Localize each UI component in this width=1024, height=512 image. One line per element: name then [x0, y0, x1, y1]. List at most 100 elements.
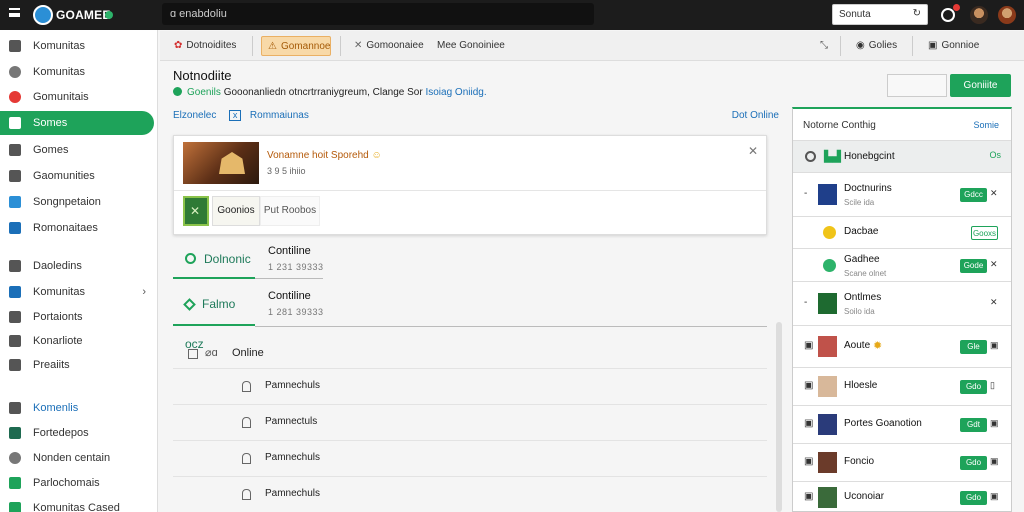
row-action-icon[interactable]: ▣: [990, 340, 999, 351]
row-action-icon[interactable]: ✕: [990, 297, 998, 308]
list-item[interactable]: Pamnechuls: [173, 368, 767, 404]
friend-avatar[interactable]: [818, 414, 837, 435]
friend-avatar[interactable]: [818, 452, 837, 473]
game-thumbnail[interactable]: [183, 142, 259, 184]
tab-dotnoidites[interactable]: ✿ Dotnoidites: [168, 36, 236, 56]
row-action-icon[interactable]: ▯: [990, 380, 995, 391]
list-item[interactable]: Pamnechuls: [173, 440, 767, 476]
sidebar-item[interactable]: Komenlis: [0, 396, 154, 420]
sidebar-item[interactable]: Komunitas Cased: [0, 496, 154, 512]
section-tab[interactable]: Dolnonic: [173, 239, 255, 279]
sidebar-item[interactable]: Portaionts: [0, 305, 154, 329]
friend-row[interactable]: Dacbae Gooxs: [793, 217, 1011, 249]
panel-header-link[interactable]: Somie: [973, 120, 999, 130]
filter-chip[interactable]: Rommaiunas: [250, 110, 309, 121]
card-secondary-button[interactable]: Put Roobos: [260, 196, 320, 226]
join-button[interactable]: Gdt: [960, 418, 987, 432]
list-item[interactable]: Pamnectuls: [173, 404, 767, 440]
refresh-icon[interactable]: ↻: [913, 8, 921, 19]
sidebar-item[interactable]: Komunitas: [0, 60, 154, 84]
sidebar-item[interactable]: Daoledins: [0, 254, 154, 278]
join-button[interactable]: Gdcc: [960, 188, 987, 202]
sidebar-item[interactable]: Fortedepos: [0, 421, 154, 445]
sidebar-item[interactable]: Nonden centain: [0, 446, 154, 470]
friend-status: Scile ida: [844, 198, 875, 207]
tab-gomoonaiee[interactable]: ✕ Gomoonaiee: [348, 36, 424, 56]
tab-gonnioe[interactable]: ▣ Gonnioe: [922, 36, 979, 56]
sidebar-item[interactable]: Konarliote: [0, 329, 154, 353]
sidebar-item[interactable]: Gomes: [0, 138, 154, 162]
row-action-icon[interactable]: ✕: [990, 188, 998, 199]
scrollbar[interactable]: [776, 322, 782, 512]
join-button[interactable]: Gdo: [960, 456, 987, 470]
friend-row[interactable]: ▣ Foncio Gdo ▣: [793, 444, 1011, 482]
friend-avatar[interactable]: [818, 487, 837, 508]
primary-button[interactable]: Goniiite: [950, 74, 1011, 97]
join-button[interactable]: Gdo: [960, 491, 987, 505]
friend-row[interactable]: ▣ Portes Goanotion Gdt ▣: [793, 406, 1011, 444]
chevron-right-icon[interactable]: ›: [142, 280, 146, 304]
expand-icon[interactable]: ⤡: [814, 36, 828, 56]
filter-close-icon[interactable]: x: [229, 110, 242, 121]
friend-avatar[interactable]: [818, 336, 837, 357]
secondary-button[interactable]: [887, 74, 947, 97]
globe-icon: [9, 66, 21, 78]
card-action-button[interactable]: Goonios: [212, 196, 260, 226]
friend-avatar[interactable]: [823, 258, 836, 272]
sidebar-item[interactable]: Komunitas: [0, 34, 154, 58]
top-search-input[interactable]: ɑ enabdoliu: [162, 3, 594, 25]
row-action-icon[interactable]: ▣: [990, 491, 999, 502]
row-action-icon[interactable]: ✕: [990, 259, 998, 270]
friend-row[interactable]: ▣ Hloesle Gdo ▯: [793, 368, 1011, 406]
row-action-icon[interactable]: ▣: [990, 456, 999, 467]
avatar[interactable]: [970, 6, 988, 24]
tab-golies[interactable]: ◉ Golies: [850, 36, 897, 56]
friend-row[interactable]: Gadhee Scane olnet Gode ✕: [793, 249, 1011, 282]
game-card[interactable]: Vonamne hoit Sporehd ☺ 3 9 5 ihiio ✕ ✕ G…: [173, 135, 767, 235]
filter-label[interactable]: Elzonelec: [173, 110, 216, 121]
tab-divider: [912, 36, 913, 56]
profile-avatar[interactable]: [998, 6, 1016, 24]
friend-name: Portes Goanotion: [844, 418, 922, 429]
sidebar-item[interactable]: Romonaitaes: [0, 216, 154, 240]
friend-row[interactable]: - Doctnurins Scile ida Gdcc ✕: [793, 173, 1011, 217]
section-tab[interactable]: Falmo ocz: [173, 284, 255, 351]
sidebar-item-label: Komunitas: [33, 286, 85, 298]
search-box[interactable]: Sonuta ↻: [832, 4, 928, 25]
friend-row[interactable]: - Ontlmes Soilo ida ✕: [793, 282, 1011, 326]
row-action-icon[interactable]: ▣: [990, 418, 999, 429]
hamburger-menu-icon[interactable]: [9, 8, 20, 17]
status-label: Goenils: [187, 87, 221, 98]
panel-sub-right[interactable]: Os: [989, 150, 1001, 160]
sidebar: Komunitas Komunitas Gomunitais Somes Gomes Ga…: [0, 30, 158, 512]
tag-icon: [9, 502, 21, 512]
friend-avatar[interactable]: [818, 184, 837, 205]
friend-avatar[interactable]: [823, 226, 836, 239]
close-icon[interactable]: ✕: [748, 144, 758, 158]
friend-row[interactable]: ▣ Aoute ✹ Gle ▣: [793, 326, 1011, 368]
sidebar-item[interactable]: Gomunitais: [0, 85, 154, 109]
sidebar-item[interactable]: Songnpetaion: [0, 190, 154, 214]
game-icon-thumbnail[interactable]: ✕: [183, 196, 209, 226]
friend-avatar[interactable]: [818, 376, 837, 397]
tab-mee-gonoiniee[interactable]: Mee Gonoiniee: [431, 36, 505, 56]
friend-avatar[interactable]: [818, 293, 837, 314]
sidebar-item[interactable]: Komunitas ›: [0, 280, 154, 304]
online-filter-link[interactable]: Dot Online: [732, 110, 779, 121]
join-button[interactable]: Gdo: [960, 380, 987, 394]
join-button[interactable]: Gooxs: [971, 226, 998, 240]
join-button[interactable]: Gle: [960, 340, 987, 354]
friend-row[interactable]: ▣ Uconoiar Gdo ▣: [793, 482, 1011, 512]
checkbox-icon[interactable]: [188, 349, 198, 359]
notification-icon[interactable]: [941, 8, 955, 22]
status-link[interactable]: Isoiag Oniidg.: [425, 87, 486, 98]
list-item[interactable]: Pamnechuls: [173, 476, 767, 512]
sliders-icon: [9, 335, 21, 347]
join-button[interactable]: Gode: [960, 258, 987, 273]
tab-gomannoe[interactable]: ⚠ Gomannoe: [261, 36, 331, 56]
sidebar-item[interactable]: Preaiits: [0, 353, 154, 377]
sidebar-item[interactable]: Parlochomais: [0, 471, 154, 495]
sidebar-item[interactable]: Gaomunities: [0, 164, 154, 188]
logo-icon: [33, 5, 53, 25]
sidebar-item[interactable]: Somes: [0, 111, 154, 135]
